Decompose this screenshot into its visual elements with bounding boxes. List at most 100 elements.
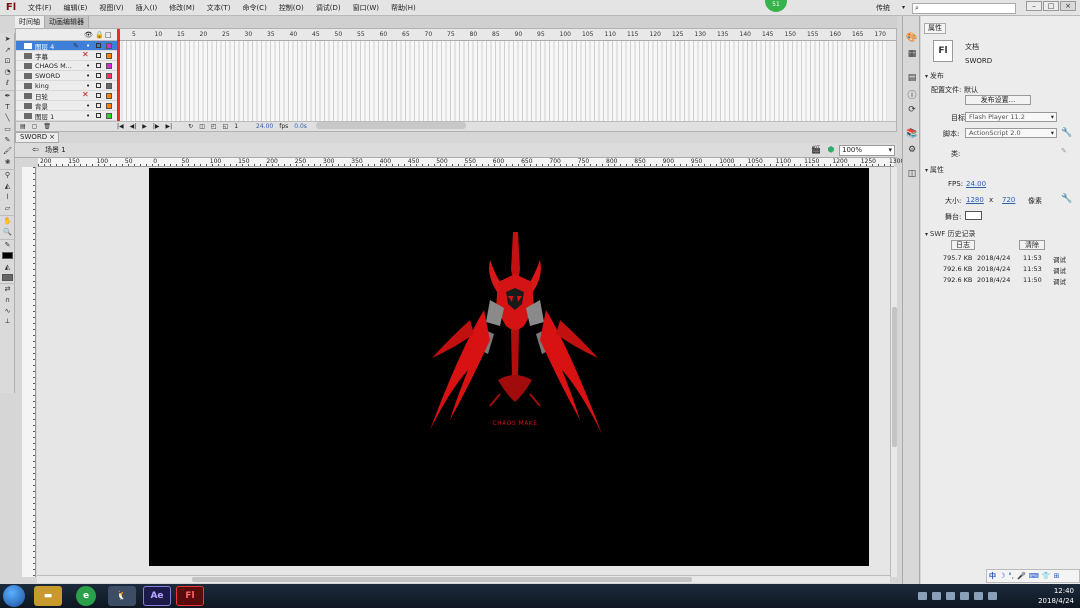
library-panel-icon[interactable]: 📚 <box>903 126 921 142</box>
menu-item[interactable]: 控制(O) <box>273 0 310 16</box>
selection-tool-icon[interactable]: ➤ <box>0 33 15 44</box>
scrollbar-thumb[interactable] <box>192 577 692 582</box>
maximize-button[interactable]: □ <box>1043 1 1059 11</box>
menu-item[interactable]: 编辑(E) <box>58 0 94 16</box>
lock-icon[interactable] <box>96 83 101 88</box>
delete-layer-icon[interactable]: 🗑 <box>43 123 51 130</box>
menu-item[interactable]: 窗口(W) <box>347 0 385 16</box>
layer-color-swatch[interactable] <box>106 103 112 109</box>
lock-icon[interactable] <box>96 53 101 58</box>
ime-moon-icon[interactable]: ☽ <box>999 572 1005 580</box>
eye-icon[interactable]: 👁 <box>84 31 93 39</box>
hand-tool-icon[interactable]: ✋ <box>0 215 15 226</box>
ime-language[interactable]: 中 <box>989 571 996 581</box>
visibility-dot[interactable]: • <box>86 72 90 80</box>
color-panel-icon[interactable]: 🎨 <box>903 30 921 46</box>
close-icon[interactable]: × <box>49 133 55 142</box>
text-tool-icon[interactable]: T <box>0 101 15 112</box>
edit-symbols-icon[interactable]: ⬢ <box>825 145 837 155</box>
publish-section-header[interactable]: 发布 <box>925 71 944 81</box>
layer-row[interactable]: 背景 • <box>16 101 117 111</box>
lock-icon[interactable] <box>96 63 101 68</box>
properties-section-header[interactable]: 属性 <box>925 165 944 175</box>
fps-field[interactable]: 24.00 <box>966 180 986 188</box>
stroke-color-swatch[interactable] <box>1 252 13 259</box>
onion-outline-icon[interactable]: ◰ <box>211 123 217 130</box>
tab-timeline[interactable]: 时间轴 <box>15 16 45 28</box>
history-row[interactable]: 792.6 KB 2018/4/24 11:53 调试 <box>921 265 1080 276</box>
new-layer-icon[interactable]: ▤ <box>20 123 26 130</box>
deco-tool-icon[interactable]: ❀ <box>0 156 15 167</box>
frame-ruler[interactable]: 5 10 15 20 25 30 35 40 45 50 55 60 65 70 75 80 85 90 95 100… <box>117 29 896 41</box>
explorer-icon[interactable]: ▬ <box>34 586 62 606</box>
new-folder-icon[interactable]: ▢ <box>32 123 38 130</box>
lock-icon[interactable] <box>96 43 101 48</box>
fill-color-icon[interactable]: ◭ <box>0 261 15 272</box>
edit-frames-icon[interactable]: ◱ <box>223 123 229 130</box>
smooth-icon[interactable]: ∿ <box>0 305 15 316</box>
prev-frame-icon[interactable]: ◀| <box>130 123 137 130</box>
first-frame-icon[interactable]: |◀ <box>117 123 124 130</box>
lasso-tool-icon[interactable]: ℓ <box>0 77 15 88</box>
minimize-button[interactable]: – <box>1026 1 1042 11</box>
swf-history-header[interactable]: SWF 历史记录 <box>925 229 976 239</box>
current-frame-value[interactable]: 1 <box>234 123 238 130</box>
ime-keyboard-icon[interactable]: ⌨ <box>1029 572 1039 580</box>
layer-color-swatch[interactable] <box>106 53 112 59</box>
layer-row[interactable]: 字幕 ✕ <box>16 50 117 61</box>
stage-vertical-scrollbar[interactable] <box>890 167 897 577</box>
ime-mic-icon[interactable]: 🎤 <box>1017 572 1026 580</box>
visibility-dot[interactable]: • <box>86 112 90 120</box>
zoom-tool-icon[interactable]: 🔍 <box>0 226 15 237</box>
frame-grid[interactable] <box>117 41 887 121</box>
straighten-icon[interactable]: ⟂ <box>0 316 15 327</box>
last-frame-icon[interactable]: ▶| <box>166 123 173 130</box>
layer-row[interactable]: 日轮 ✕ <box>16 90 117 101</box>
layer-name[interactable]: 日轮 <box>35 91 75 101</box>
qq-icon[interactable]: 🐧 <box>108 586 136 606</box>
rectangle-tool-icon[interactable]: ▭ <box>0 123 15 134</box>
zoom-select[interactable]: 100% ▾ <box>839 145 895 156</box>
bone-tool-icon[interactable]: ⚲ <box>0 169 15 180</box>
edit-class-icon[interactable]: ✎ <box>1061 147 1067 155</box>
tray-icon-3[interactable] <box>946 592 955 600</box>
tray-icon-6[interactable] <box>988 592 997 600</box>
vertical-ruler[interactable] <box>22 167 36 577</box>
tray-icon-2[interactable] <box>932 592 941 600</box>
paint-bucket-tool-icon[interactable]: ◭ <box>0 180 15 191</box>
lock-icon[interactable] <box>96 93 101 98</box>
ime-skin-icon[interactable]: 👕 <box>1042 572 1051 580</box>
outline-icon[interactable]: □ <box>105 31 112 39</box>
lock-icon[interactable] <box>96 103 101 108</box>
layer-name[interactable]: 图层 1 <box>35 111 75 121</box>
menu-item[interactable]: 命令(C) <box>236 0 272 16</box>
layer-name[interactable]: CHAOS M... <box>35 62 75 70</box>
document-tab[interactable]: SWORD × <box>15 132 59 143</box>
lock-icon[interactable] <box>96 73 101 78</box>
line-tool-icon[interactable]: ╲ <box>0 112 15 123</box>
network-icon[interactable] <box>960 592 969 600</box>
lock-icon[interactable]: 🔒 <box>95 31 104 39</box>
target-select[interactable]: Flash Player 11.2 ▾ <box>965 112 1057 122</box>
info-panel-icon[interactable]: ⓘ <box>903 86 921 102</box>
visibility-dot[interactable]: • <box>86 82 90 90</box>
ime-punct-icon[interactable]: °, <box>1008 572 1014 580</box>
width-field[interactable]: 1280 <box>966 196 984 204</box>
browser-icon[interactable]: e <box>76 586 96 606</box>
stage-horizontal-scrollbar[interactable] <box>37 575 890 583</box>
layer-color-swatch[interactable] <box>106 73 112 79</box>
layer-row[interactable]: king • <box>16 81 117 91</box>
log-button[interactable]: 日志 <box>951 240 975 250</box>
after-effects-icon[interactable]: Ae <box>143 586 171 606</box>
eyedropper-tool-icon[interactable]: ⌇ <box>0 191 15 202</box>
ime-grid-icon[interactable]: ⊞ <box>1054 572 1060 580</box>
horizontal-ruler[interactable]: 200 150 100 50 0 50 100 150 200 250 300 350 400 450 50… <box>38 158 904 167</box>
components-panel-icon[interactable]: ⚙ <box>903 142 921 158</box>
layer-row[interactable]: 图层 4 ✎ • <box>16 41 117 51</box>
motion-presets-icon[interactable]: ◫ <box>903 166 921 182</box>
tab-properties[interactable]: 属性 <box>924 23 946 34</box>
lock-icon[interactable] <box>96 113 101 118</box>
history-row[interactable]: 795.7 KB 2018/4/24 11:53 调试 <box>921 254 1080 265</box>
script-select[interactable]: ActionScript 2.0 ▾ <box>965 128 1057 138</box>
layer-row[interactable]: CHAOS M... • <box>16 61 117 71</box>
